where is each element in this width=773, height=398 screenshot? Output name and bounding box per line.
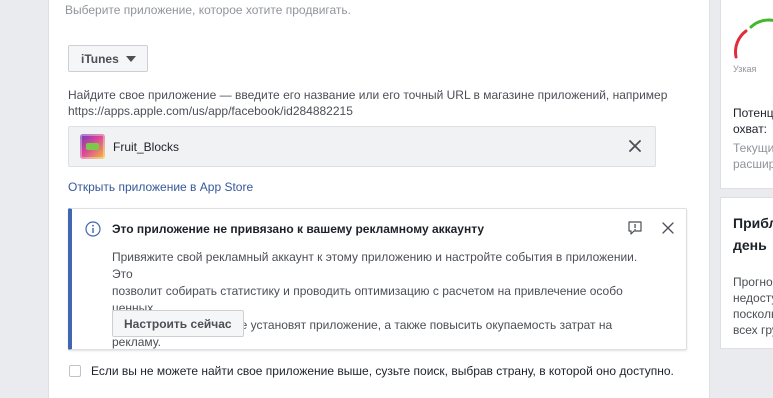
app-search-hint-line: Найдите свое приложение — введите его на… <box>68 88 668 102</box>
daily-results-text: Прогноз недосту посколь всех гру <box>733 274 773 338</box>
daily-results-title-line: день <box>733 237 767 253</box>
app-search-hint-url: https://apps.apple.com/us/app/facebook/i… <box>68 104 353 118</box>
audience-label-line: Потенц <box>733 106 773 120</box>
ad-set-app-panel: Выберите приложение, которое хотите прод… <box>48 0 710 398</box>
country-filter-label: Если вы не можете найти свое приложение … <box>91 364 674 378</box>
gauge-label: Узкая <box>733 64 757 74</box>
country-filter-checkbox[interactable] <box>69 365 81 377</box>
app-store-select[interactable]: iTunes <box>68 45 148 72</box>
daily-results-line: недосту <box>733 291 773 305</box>
audience-label: Потенц охват: <box>733 105 773 137</box>
caret-down-icon <box>125 55 136 62</box>
section-subtitle: Выберите приложение, которое хотите прод… <box>65 3 352 17</box>
audience-gauge-icon <box>734 18 773 59</box>
app-store-select-value: iTunes <box>81 51 119 66</box>
app-not-linked-notice: Это приложение не привязано к вашему рек… <box>68 208 687 350</box>
open-in-app-store-link[interactable]: Открыть приложение в App Store <box>68 180 253 194</box>
current-selection-line: расшир <box>733 157 773 171</box>
info-icon <box>85 221 101 237</box>
notice-title: Это приложение не привязано к вашему рек… <box>112 222 485 236</box>
close-icon[interactable] <box>659 219 677 237</box>
current-selection-text: Текущи расшир <box>733 140 773 172</box>
audience-label-line: охват: <box>733 122 768 136</box>
daily-results-line: Прогноз <box>733 275 773 289</box>
app-search-hint: Найдите свое приложение — введите его на… <box>68 87 688 119</box>
daily-results-line: всех гру <box>733 323 773 337</box>
audience-size-card: Узкая Потенц охват: Текущи расшир <box>720 0 773 189</box>
setup-now-button[interactable]: Настроить сейчас <box>112 310 244 337</box>
feedback-icon[interactable] <box>626 219 644 237</box>
selected-app-name: Fruit_Blocks <box>113 140 180 154</box>
current-selection-line: Текущи <box>733 141 773 155</box>
daily-results-card: Прибл день Прогноз недосту посколь всех … <box>720 197 773 349</box>
close-icon[interactable] <box>625 136 645 156</box>
daily-results-title-line: Прибл <box>733 215 773 231</box>
selected-app-field[interactable]: Fruit_Blocks <box>68 126 656 167</box>
daily-results-title: Прибл день <box>733 212 773 256</box>
notice-body-line: Привяжите свой рекламный аккаунт к этому… <box>112 250 638 281</box>
daily-results-line: посколь <box>733 307 773 321</box>
app-thumbnail <box>80 134 105 159</box>
